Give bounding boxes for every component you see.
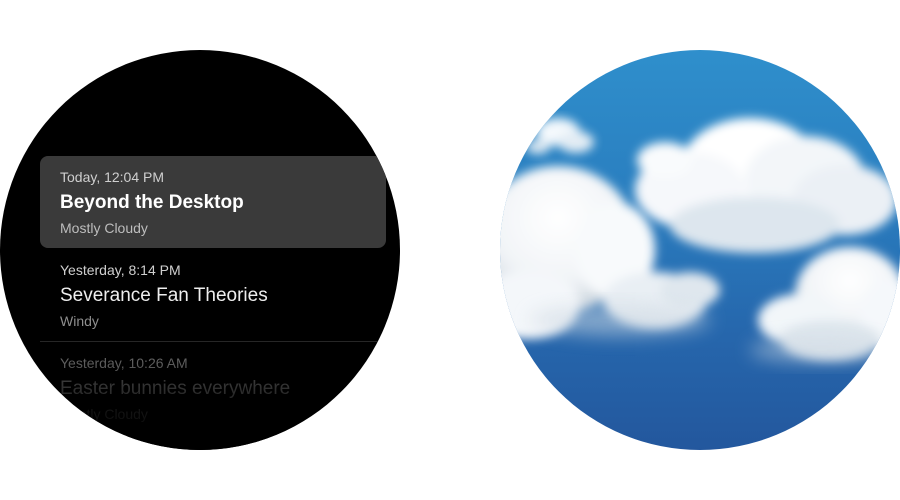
- item-title: Easter bunnies everywhere: [60, 378, 291, 399]
- item-weather: Mostly Cloudy: [60, 406, 148, 422]
- item-timestamp: Today, 12:04 PM: [60, 169, 165, 185]
- list-item[interactable]: Yesterday, 8:14 PM Severance Fan Theorie…: [40, 249, 386, 341]
- history-watch-face: Today, 12:04 PM Beyond the Desktop Mostl…: [0, 50, 400, 450]
- item-title: Severance Fan Theories: [60, 285, 268, 306]
- screen: Today, 12:04 PM Beyond the Desktop Mostl…: [0, 0, 900, 500]
- list-item-selected[interactable]: Today, 12:04 PM Beyond the Desktop Mostl…: [40, 156, 386, 248]
- cloudy-sky-image: [500, 50, 900, 450]
- list-item[interactable]: Yesterday, 10:26 AM Easter bunnies every…: [40, 342, 386, 434]
- item-timestamp: Yesterday, 8:14 PM: [60, 262, 181, 278]
- item-weather: Windy: [60, 313, 99, 329]
- cloud-wisp-left: [526, 118, 594, 154]
- item-title: Beyond the Desktop: [60, 192, 244, 213]
- cloud-center: [635, 118, 897, 253]
- item-weather: Mostly Cloudy: [60, 220, 148, 236]
- item-timestamp: Yesterday, 10:26 AM: [60, 355, 188, 371]
- clouds-illustration: [500, 118, 900, 362]
- history-list[interactable]: Today, 12:04 PM Beyond the Desktop Mostl…: [0, 50, 400, 450]
